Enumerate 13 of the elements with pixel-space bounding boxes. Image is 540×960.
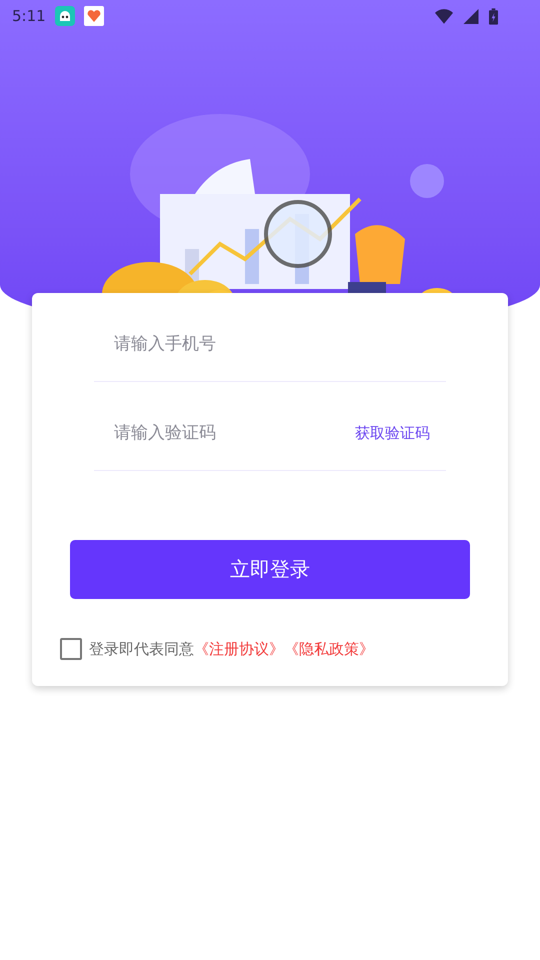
login-button[interactable]: 立即登录 [70, 540, 470, 599]
phone-field[interactable]: 请输入手机号 [94, 334, 446, 354]
wifi-icon [435, 8, 453, 24]
agreement-checkbox[interactable] [60, 638, 82, 660]
battery-icon [489, 8, 498, 24]
robot-icon [54, 6, 75, 26]
agreement-text: 登录即代表同意 [89, 640, 194, 658]
code-field[interactable]: 请输入验证码 [94, 423, 355, 443]
policy-link[interactable]: 《隐私政策》 [284, 640, 374, 658]
policy-link[interactable]: 《注册协议》 [194, 640, 284, 658]
signal-icon [462, 8, 480, 24]
get-code-link[interactable]: 获取验证码 [355, 424, 430, 442]
status-time: 5:11 [12, 7, 46, 25]
